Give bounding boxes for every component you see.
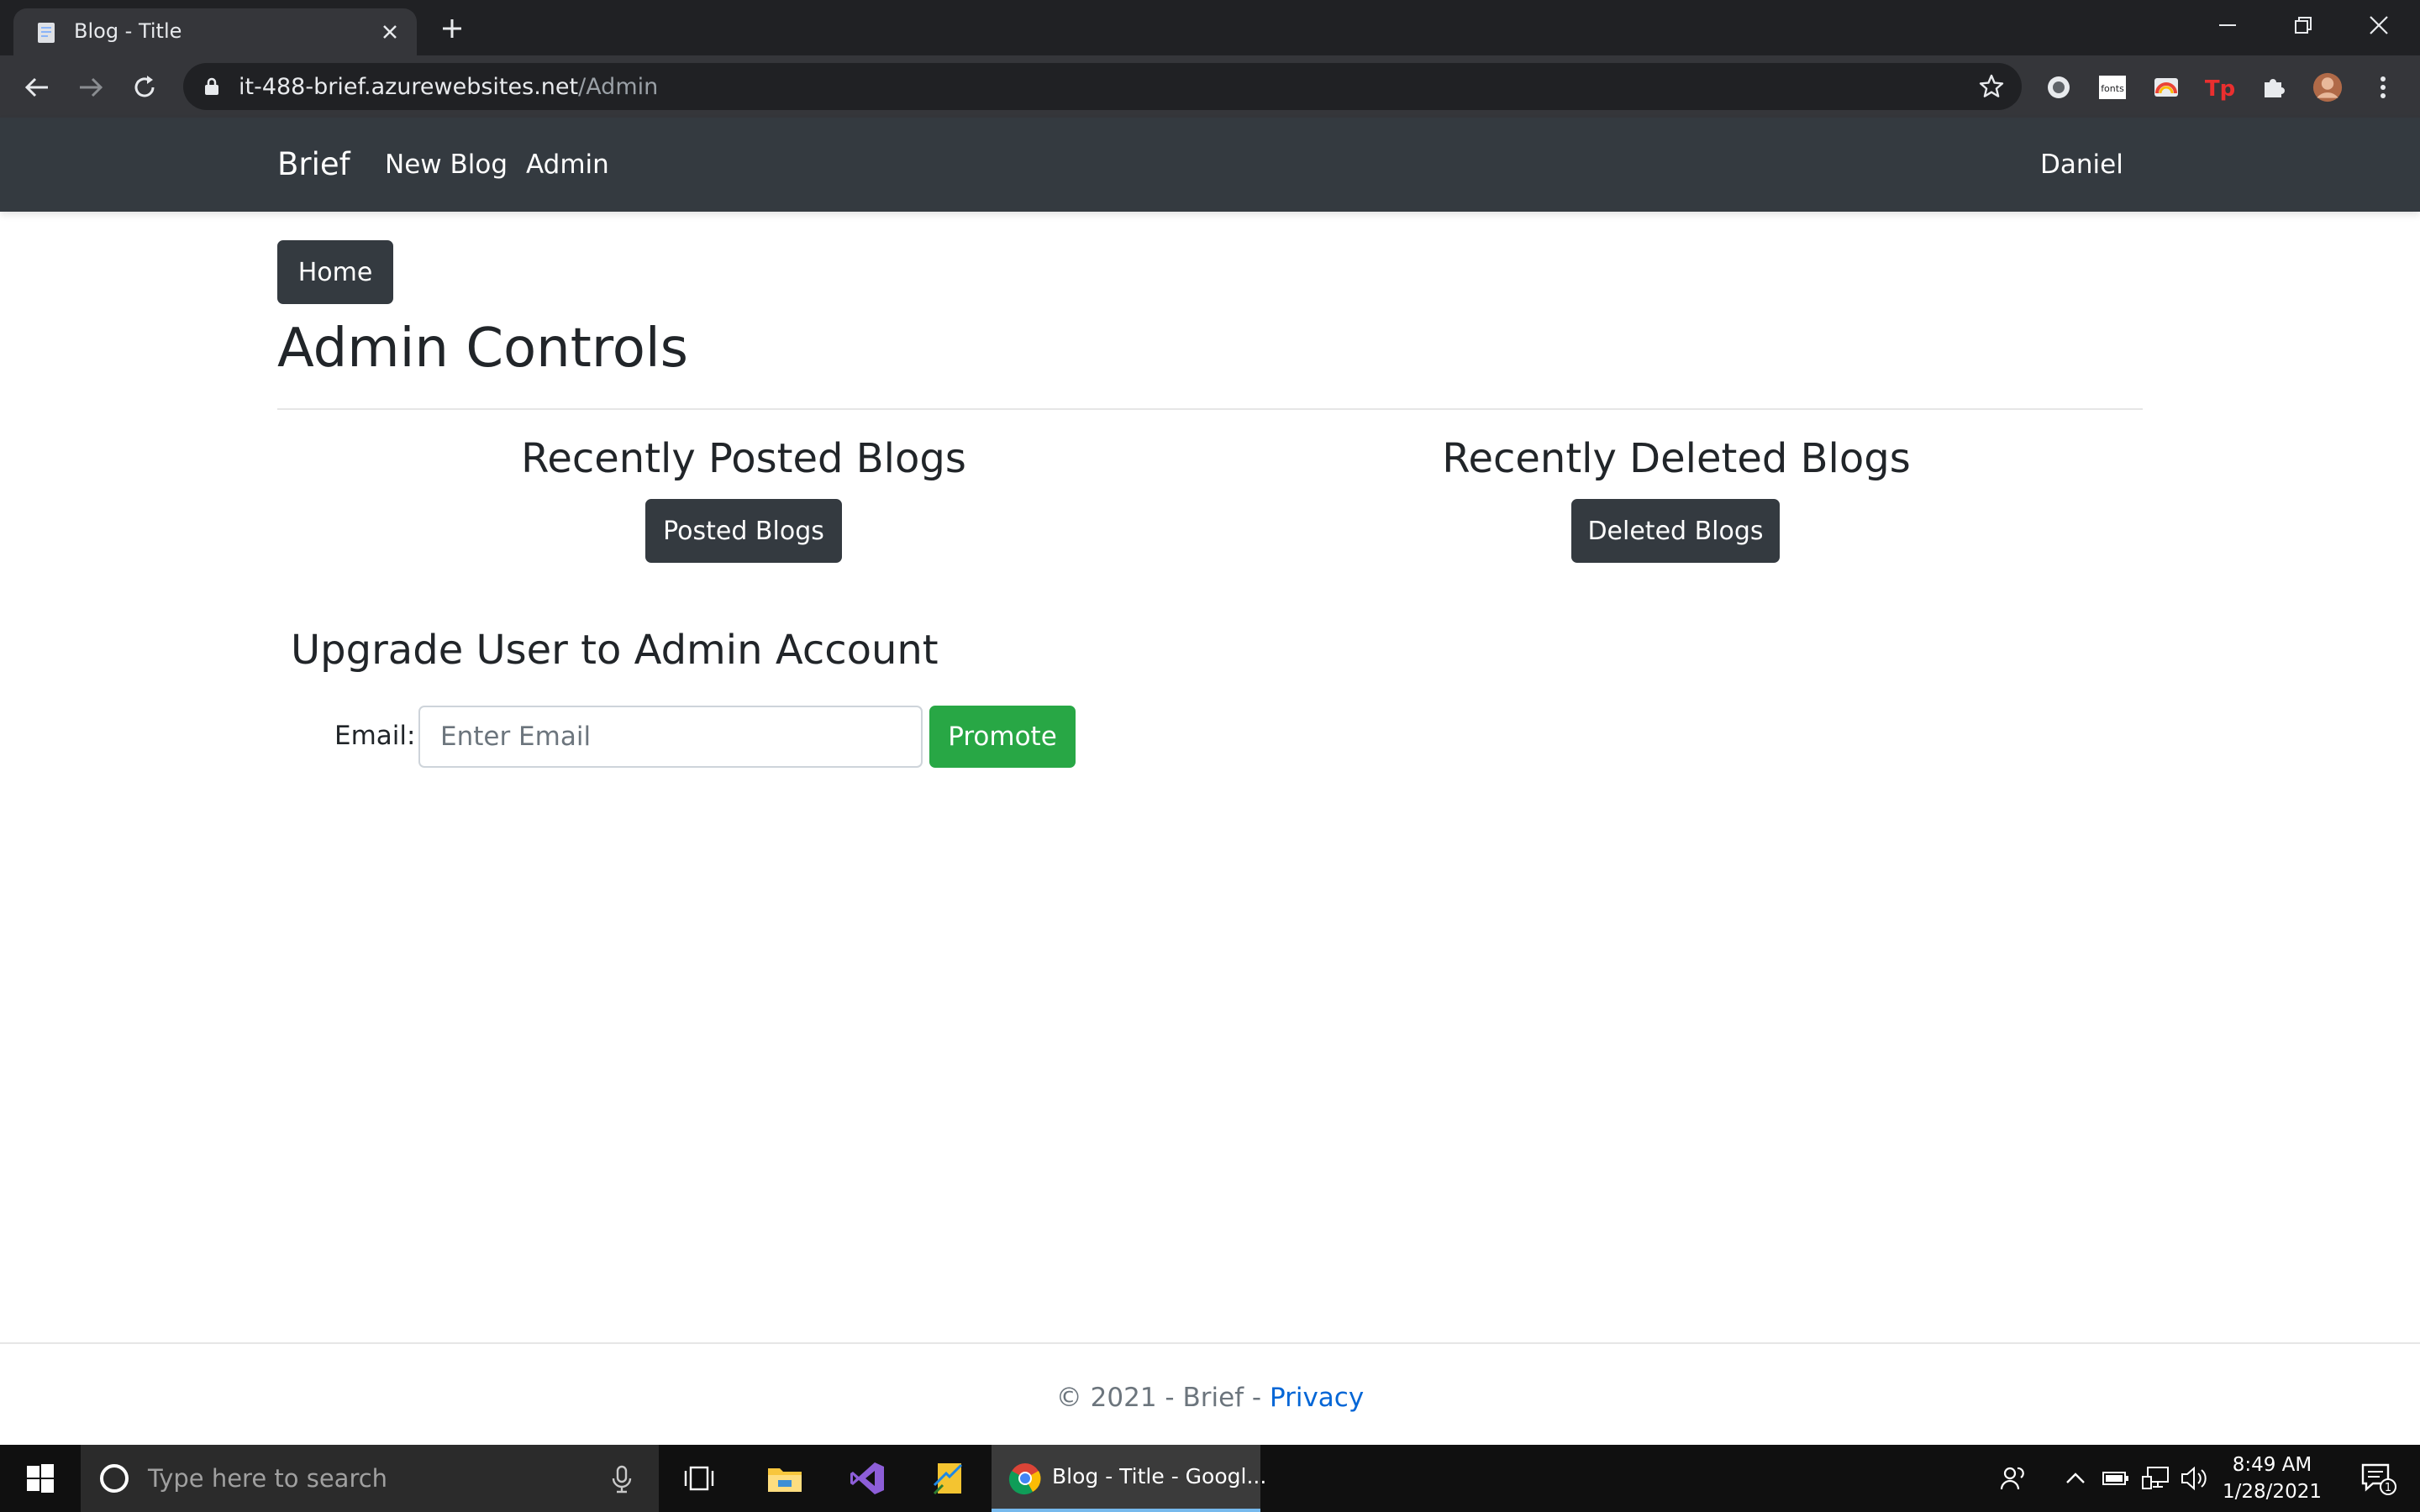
nav-link-admin[interactable]: Admin: [526, 150, 609, 180]
browser-toolbar: it-488-brief.azurewebsites.net/Admin fon…: [0, 55, 2420, 118]
recently-posted-heading: Recently Posted Blogs: [521, 435, 966, 482]
browser-tab-active[interactable]: Blog - Title: [13, 8, 417, 55]
window-minimize-icon[interactable]: [2190, 0, 2265, 50]
home-button[interactable]: Home: [277, 240, 393, 304]
microphone-icon[interactable]: [605, 1462, 639, 1495]
email-label: Email:: [334, 721, 416, 751]
taskbar-chrome-label: Blog - Title - Googl...: [1052, 1464, 1267, 1488]
privacy-link[interactable]: Privacy: [1270, 1383, 1364, 1413]
notification-count: 1: [2385, 1482, 2391, 1494]
extension-fonts-icon[interactable]: fonts: [2097, 72, 2128, 102]
promote-button[interactable]: Promote: [929, 706, 1076, 768]
windows-taskbar: Type here to search Blog - Title - Googl…: [0, 1445, 2420, 1512]
extension-color-icon[interactable]: [2151, 72, 2181, 102]
clock-time: 8:49 AM: [2232, 1454, 2312, 1476]
url-path: /Admin: [578, 74, 659, 100]
window-restore-icon[interactable]: [2265, 0, 2341, 50]
extension-record-icon[interactable]: [2044, 72, 2074, 102]
taskbar-search-box[interactable]: Type here to search: [81, 1445, 659, 1512]
extension-tp-icon[interactable]: Tp: [2205, 72, 2235, 102]
chrome-icon: [1008, 1463, 1041, 1495]
footer-copyright: © 2021 - Brief -: [1055, 1383, 1270, 1413]
tab-close-icon[interactable]: [376, 18, 403, 45]
nav-link-new-blog[interactable]: New Blog: [385, 150, 508, 180]
reload-icon[interactable]: [126, 69, 163, 106]
title-divider: [277, 408, 2143, 410]
back-arrow-icon[interactable]: [18, 69, 55, 106]
bookmark-star-icon[interactable]: [1978, 73, 2005, 100]
window-close-icon[interactable]: [2341, 0, 2417, 50]
recently-deleted-heading: Recently Deleted Blogs: [1442, 435, 1911, 482]
windows-start-icon[interactable]: [0, 1445, 81, 1512]
network-icon[interactable]: [2139, 1462, 2173, 1495]
url-host: it-488-brief.azurewebsites.net: [239, 74, 579, 100]
nav-user-link[interactable]: Daniel: [2040, 150, 2123, 180]
new-tab-plus-icon[interactable]: [435, 12, 469, 45]
people-icon[interactable]: [1996, 1462, 2030, 1495]
cortana-circle-icon: [100, 1464, 129, 1493]
lock-icon: [205, 77, 218, 95]
email-input[interactable]: [418, 706, 923, 768]
profile-avatar-icon[interactable]: [2312, 72, 2343, 102]
system-clock[interactable]: 8:49 AM 1/28/2021: [2213, 1452, 2331, 1505]
url-text: it-488-brief.azurewebsites.net/Admin: [239, 74, 658, 100]
forward-arrow-icon[interactable]: [72, 69, 109, 106]
volume-icon[interactable]: [2178, 1462, 2212, 1495]
extension-tp-label: Tp: [2205, 76, 2235, 102]
extension-fonts-label: fonts: [2101, 83, 2124, 94]
file-explorer-icon[interactable]: [744, 1445, 825, 1512]
tray-chevron-up-icon[interactable]: [2059, 1462, 2092, 1495]
notification-center-icon[interactable]: 1: [2344, 1445, 2412, 1512]
battery-icon[interactable]: [2099, 1462, 2133, 1495]
page-footer: © 2021 - Brief - Privacy: [0, 1342, 2420, 1445]
brand-link[interactable]: Brief: [277, 146, 350, 182]
deleted-blogs-button[interactable]: Deleted Blogs: [1571, 499, 1780, 563]
browser-tab-strip: Blog - Title: [0, 0, 2420, 55]
page-title: Admin Controls: [277, 318, 688, 380]
browser-menu-icon[interactable]: [2368, 72, 2398, 102]
tab-title: Blog - Title: [74, 19, 182, 43]
posted-blogs-button[interactable]: Posted Blogs: [645, 499, 842, 563]
site-navbar: Brief New Blog Admin Daniel: [0, 118, 2420, 212]
page-favicon-icon: [38, 23, 55, 43]
clock-date: 1/28/2021: [2223, 1481, 2322, 1503]
extensions-puzzle-icon[interactable]: [2259, 72, 2289, 102]
sticky-tool-icon[interactable]: [909, 1445, 990, 1512]
task-view-icon[interactable]: [659, 1445, 739, 1512]
footer-text: © 2021 - Brief - Privacy: [0, 1383, 2420, 1413]
visual-studio-icon[interactable]: [827, 1445, 908, 1512]
taskbar-chrome-window[interactable]: Blog - Title - Googl...: [992, 1445, 1266, 1512]
upgrade-user-heading: Upgrade User to Admin Account: [291, 627, 939, 674]
address-bar[interactable]: it-488-brief.azurewebsites.net/Admin: [183, 63, 2022, 110]
taskbar-search-placeholder: Type here to search: [148, 1464, 388, 1493]
